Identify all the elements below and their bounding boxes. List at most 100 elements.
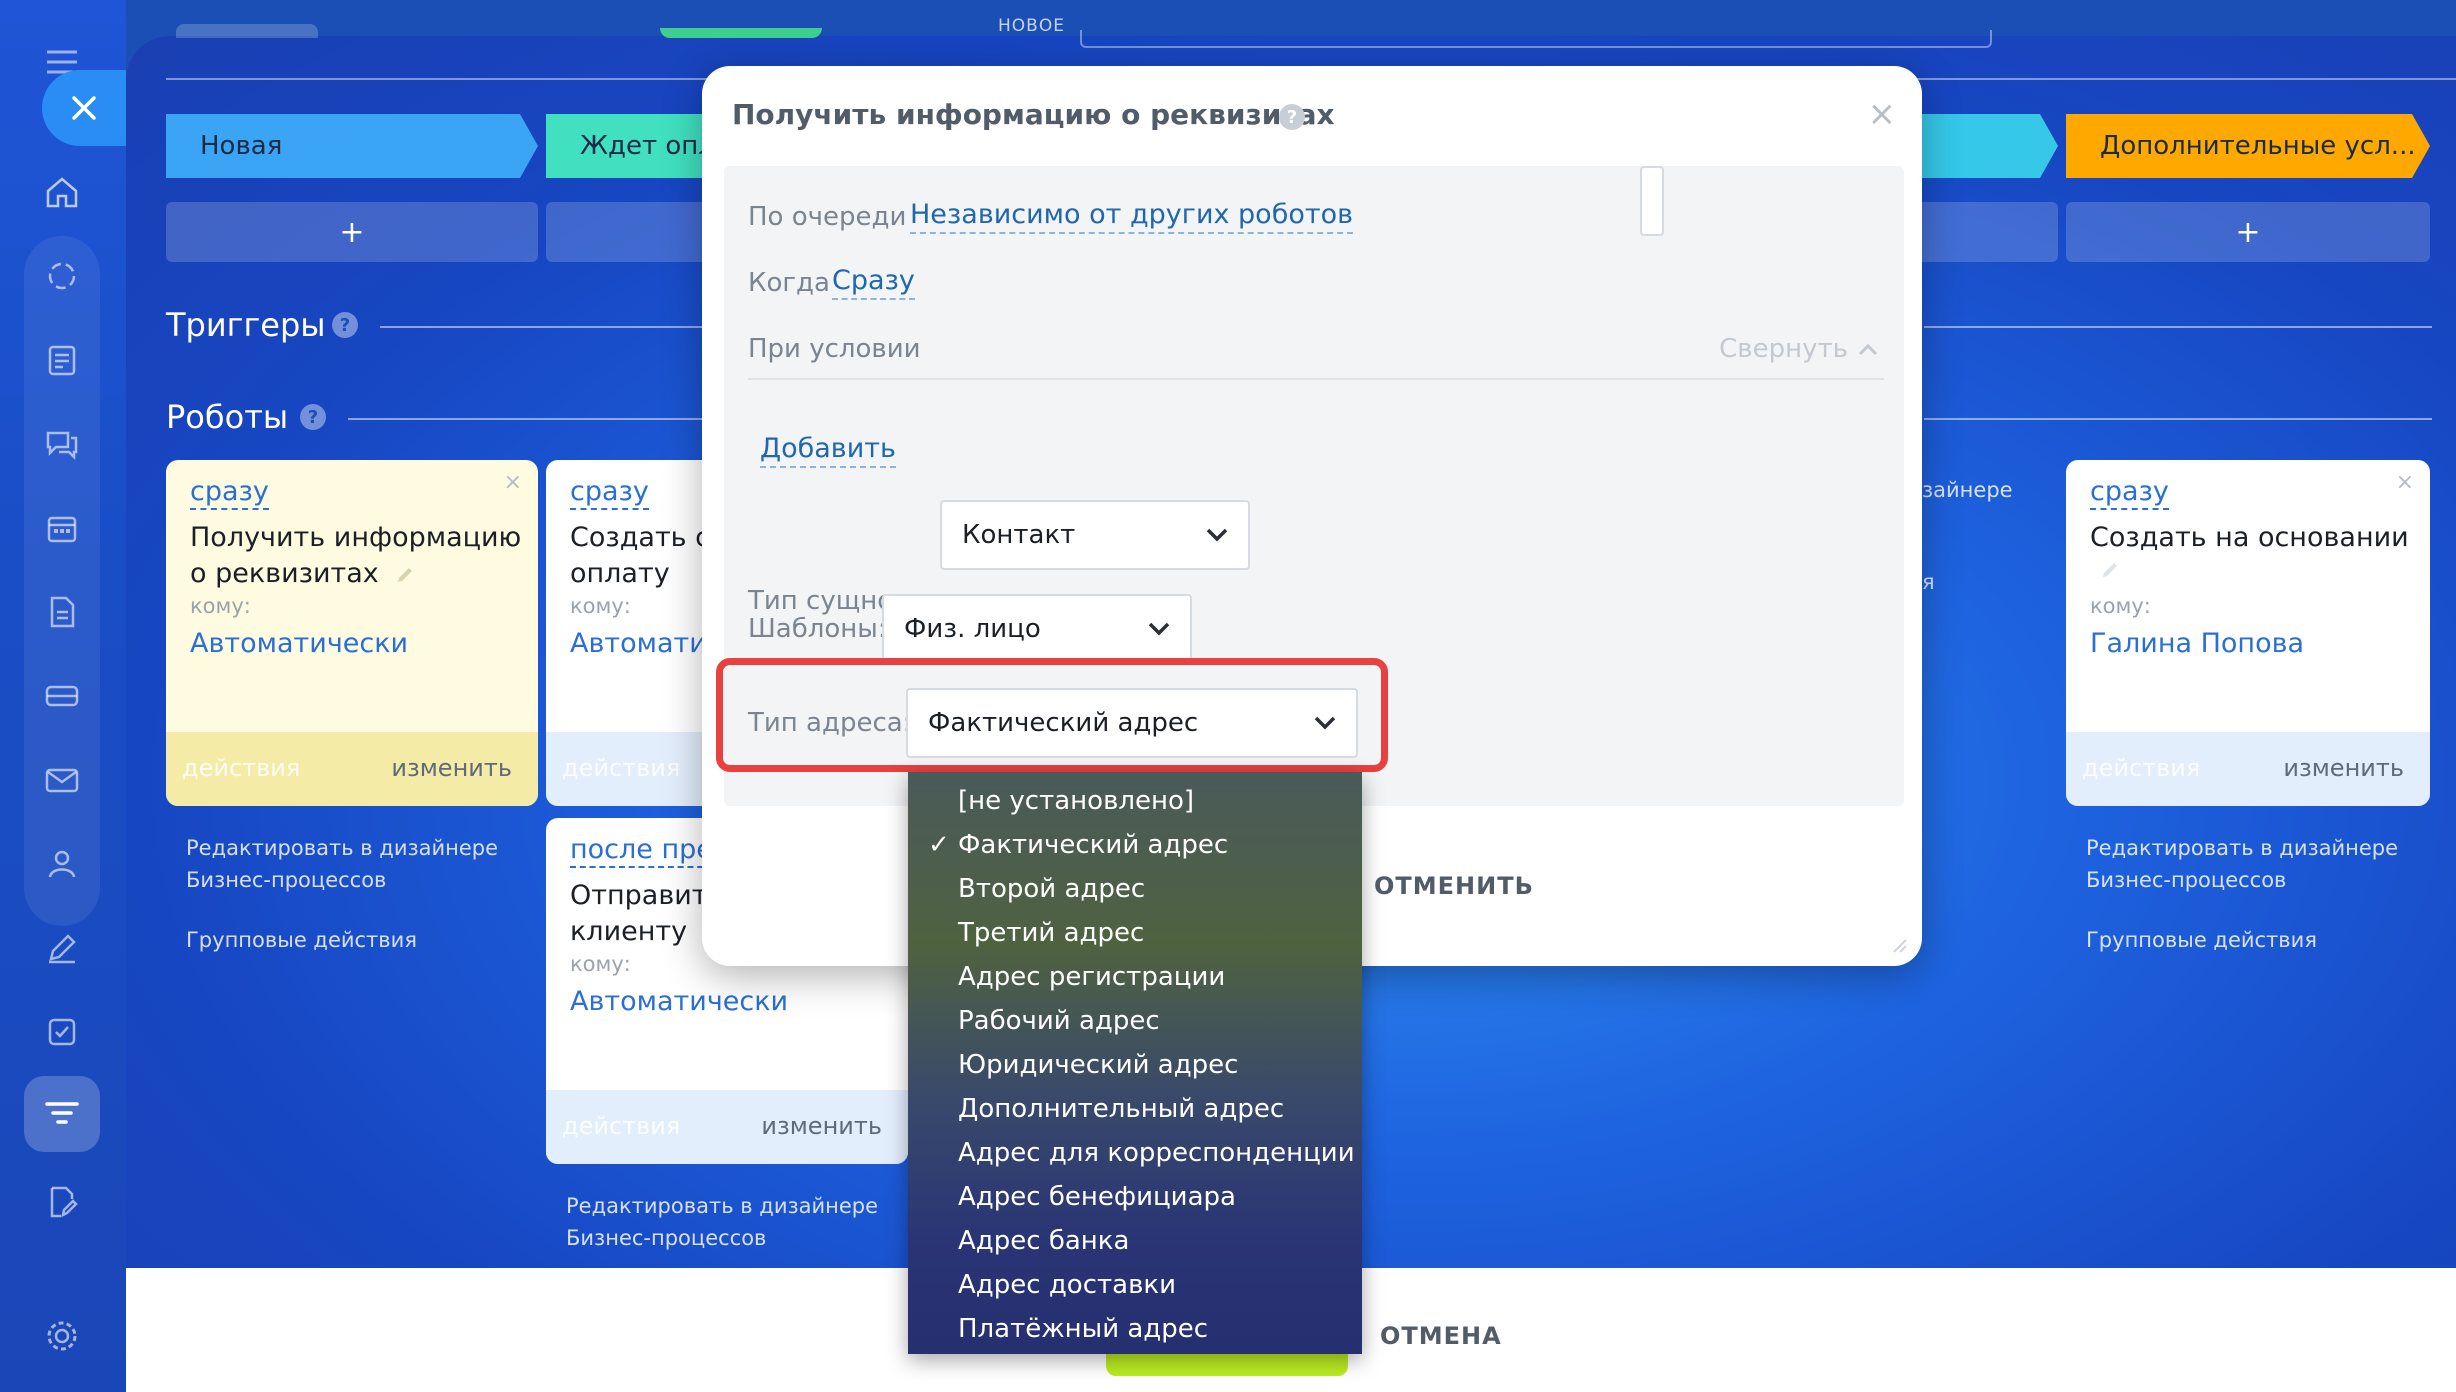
close-icon bbox=[72, 96, 96, 120]
entity-type-select[interactable]: Контакт bbox=[940, 500, 1250, 570]
robot-title: Создать на основании bbox=[2090, 522, 2409, 553]
when-value-link[interactable]: Сразу bbox=[832, 264, 915, 300]
add-trigger-button-stage4[interactable]: + bbox=[2066, 202, 2430, 262]
dropdown-option[interactable]: Третий адрес bbox=[958, 918, 1144, 948]
add-trigger-button-stage2[interactable] bbox=[546, 202, 726, 262]
group-actions-link[interactable]: Групповые действия bbox=[186, 924, 417, 956]
robot-assignee[interactable]: Автомати bbox=[570, 628, 707, 659]
dropdown-option[interactable]: Дополнительный адрес bbox=[958, 1094, 1284, 1124]
triggers-help-icon[interactable]: ? bbox=[332, 312, 358, 338]
add-trigger-button-stage1[interactable]: + bbox=[166, 202, 538, 262]
contacts-icon[interactable] bbox=[38, 840, 86, 888]
funnel-filter-icon[interactable] bbox=[38, 1090, 86, 1138]
partial-text: я bbox=[1922, 570, 1935, 594]
robot-timing-link[interactable]: сразу bbox=[2090, 476, 2169, 510]
edit-pen-icon[interactable] bbox=[38, 924, 86, 972]
robot-card-footer: действия изменить bbox=[166, 732, 538, 806]
dropdown-option[interactable]: Адрес доставки bbox=[958, 1270, 1176, 1300]
bottom-cancel-button[interactable]: ОТМЕНА bbox=[1380, 1322, 1502, 1350]
robot-card-footer: действия изменить bbox=[546, 1090, 908, 1164]
top-tab-stub bbox=[176, 24, 318, 38]
robot-card-create-based-on[interactable]: сразу × Создать на основании кому: Галин… bbox=[2066, 460, 2430, 806]
dropdown-option[interactable]: Адрес для корреспонденции bbox=[958, 1138, 1355, 1168]
top-label: НОВОЕ bbox=[998, 16, 1065, 36]
robot-delete-icon[interactable]: × bbox=[504, 470, 522, 495]
robot-edit-link[interactable]: изменить bbox=[2283, 754, 2404, 782]
robot-title: Получить информацию о реквизитах bbox=[190, 522, 522, 589]
queue-label: По очереди bbox=[748, 202, 907, 232]
robot-card-footer: действия изменить bbox=[2066, 732, 2430, 806]
dropdown-option[interactable]: Адрес регистрации bbox=[958, 962, 1225, 992]
chevron-down-icon bbox=[1206, 528, 1228, 542]
checkbox-task-icon[interactable] bbox=[38, 1008, 86, 1056]
dropdown-option[interactable]: [не установлено] bbox=[958, 786, 1194, 816]
dropdown-option[interactable]: Адрес банка bbox=[958, 1226, 1129, 1256]
entity-type-select[interactable] bbox=[1640, 166, 1664, 236]
robot-edit-link[interactable]: изменить bbox=[391, 754, 512, 782]
calendar-icon[interactable] bbox=[38, 504, 86, 552]
add-trigger-button-stage3[interactable] bbox=[1900, 202, 2058, 262]
robot-timing-link[interactable]: сразу bbox=[190, 476, 269, 510]
robot-actions-link[interactable]: действия bbox=[2082, 754, 2200, 782]
dialog-help-icon[interactable]: ? bbox=[1279, 104, 1305, 130]
settings-gear-icon[interactable] bbox=[38, 1312, 86, 1360]
dropdown-option[interactable]: Юридический адрес bbox=[958, 1050, 1238, 1080]
robot-delete-icon[interactable]: × bbox=[2396, 470, 2414, 495]
group-actions-link[interactable]: Групповые действия bbox=[2086, 924, 2317, 956]
robot-edit-link[interactable]: изменить bbox=[761, 1112, 882, 1140]
document-icon[interactable] bbox=[38, 588, 86, 636]
edit-in-designer-link[interactable]: Редактировать в дизайнере Бизнес-процесс… bbox=[186, 832, 498, 896]
robot-card-get-requisites[interactable]: сразу × Получить информацию о реквизитах… bbox=[166, 460, 538, 806]
edit-in-designer-link-partial[interactable]: зайнере bbox=[1922, 474, 2013, 506]
stage-label: Новая bbox=[200, 131, 283, 161]
robot-actions-link[interactable]: действия bbox=[562, 754, 680, 782]
chat-icon[interactable] bbox=[38, 420, 86, 468]
pencil-icon[interactable] bbox=[395, 565, 415, 585]
robots-help-icon[interactable]: ? bbox=[300, 404, 326, 430]
chevron-down-icon bbox=[1148, 622, 1170, 636]
edit-in-designer-link[interactable]: Редактировать в дизайнере Бизнес-процесс… bbox=[566, 1190, 878, 1254]
drive-icon[interactable] bbox=[38, 672, 86, 720]
edit-in-designer-link[interactable]: Редактировать в дизайнере Бизнес-процесс… bbox=[2086, 832, 2398, 896]
dropdown-option[interactable]: Платёжный адрес bbox=[958, 1314, 1208, 1344]
dropdown-option[interactable]: Рабочий адрес bbox=[958, 1006, 1160, 1036]
stage-label: Ждет опл bbox=[580, 131, 715, 161]
dropdown-option[interactable]: Адрес бенефициара bbox=[958, 1182, 1236, 1212]
stage-new[interactable]: Новая bbox=[166, 114, 538, 178]
dropdown-option[interactable]: Фактический адрес bbox=[958, 830, 1228, 860]
queue-mode-link[interactable]: Независимо от других роботов bbox=[910, 198, 1354, 234]
mail-icon[interactable] bbox=[38, 756, 86, 804]
robot-timing-link[interactable]: после пре bbox=[570, 834, 713, 868]
chevron-up-icon bbox=[1858, 343, 1878, 356]
robot-timing-link[interactable]: сразу bbox=[570, 476, 649, 510]
stage-partial-right[interactable] bbox=[1900, 114, 2058, 178]
feed-icon[interactable] bbox=[38, 252, 86, 300]
resize-handle-icon[interactable] bbox=[1892, 938, 1908, 954]
stage-awaiting-payment[interactable]: Ждет опл bbox=[546, 114, 726, 178]
triggers-title: Триггеры bbox=[166, 306, 326, 344]
tasks-list-icon[interactable] bbox=[38, 336, 86, 384]
close-slider-button[interactable] bbox=[42, 70, 126, 146]
robot-assignee[interactable]: Автоматически bbox=[190, 628, 408, 659]
robots-title: Роботы bbox=[166, 398, 289, 436]
stage-additional[interactable]: Дополнительные усл... bbox=[2066, 114, 2430, 178]
dialog-close-icon[interactable]: × bbox=[1868, 94, 1897, 134]
dialog-cancel-button[interactable]: ОТМЕНИТЬ bbox=[1374, 872, 1534, 900]
robot-assignee[interactable]: Галина Попова bbox=[2090, 628, 2304, 659]
save-button[interactable] bbox=[1106, 1354, 1348, 1376]
templates-select[interactable]: Физ. лицо bbox=[882, 594, 1192, 664]
entity-type-value: Контакт bbox=[962, 520, 1076, 550]
robot-assignee[interactable]: Автоматически bbox=[570, 986, 788, 1017]
document-edit-icon[interactable] bbox=[38, 1178, 86, 1226]
robot-card-create-payment[interactable]: сразу Создать с оплату кому: Автомати де… bbox=[546, 460, 726, 806]
triggers-divider-right bbox=[1924, 326, 2432, 328]
pencil-icon[interactable] bbox=[2100, 560, 2120, 580]
add-condition-link[interactable]: Добавить bbox=[760, 432, 896, 468]
home-icon[interactable] bbox=[38, 168, 86, 216]
collapse-toggle[interactable]: Свернуть bbox=[1719, 334, 1878, 364]
robot-actions-link[interactable]: действия bbox=[562, 1112, 680, 1140]
robot-actions-link[interactable]: действия bbox=[182, 754, 300, 782]
dropdown-option[interactable]: Второй адрес bbox=[958, 874, 1145, 904]
robot-title: Отправит клиенту bbox=[570, 880, 708, 947]
robot-whom-label: кому: bbox=[2090, 594, 2151, 618]
